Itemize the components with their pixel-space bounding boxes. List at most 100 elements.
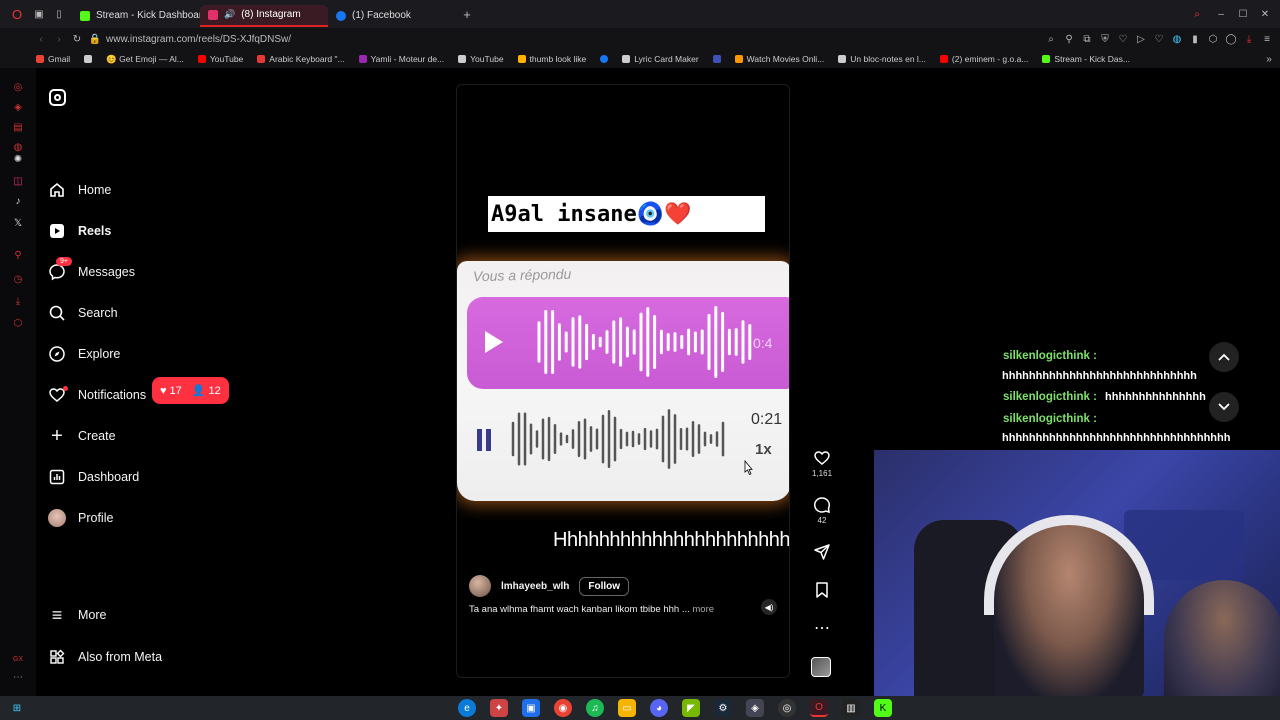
reel-video[interactable]: A9al insane🧿❤️ Vous a répondu 0:4 0:21 1… [456,84,790,678]
like-button[interactable]: 1,161 [812,449,832,478]
opera-gx-icon[interactable]: O [810,699,828,717]
folder-icon[interactable]: ▭ [618,699,636,717]
bookmark-gmail[interactable]: Gmail [36,54,70,64]
follow-button[interactable]: Follow [579,576,630,596]
messenger-icon[interactable]: ▤ [12,122,24,134]
nav-profile[interactable]: Profile [48,506,113,530]
bookmark-eminem[interactable]: (2) eminem - g.o.a... [939,54,1028,64]
audio-thumbnail[interactable] [811,657,831,677]
bookmark-docs[interactable] [712,55,721,63]
nav-messages[interactable]: 9+ Messages [48,257,135,284]
vpn-icon[interactable]: ◍ [1170,32,1184,46]
nav-create[interactable]: + Create [48,424,115,448]
crypto-wallet-icon[interactable]: ◈ [12,102,24,114]
bookmark-kick[interactable]: Stream - Kick Das... [1042,54,1130,64]
save-button[interactable] [812,581,832,601]
windows-start-icon[interactable]: ⊞ [8,699,26,717]
history-icon[interactable]: ◷ [12,274,24,286]
pin-icon[interactable]: ⚲ [1062,32,1076,46]
bookmark-notepad[interactable]: Un bloc-notes en l... [838,54,926,64]
share-button[interactable] [812,543,832,563]
previous-reel-button[interactable] [1209,342,1239,372]
whatsapp-icon[interactable]: ◍ [12,142,24,154]
speaker-icon[interactable]: 🔊 [224,9,235,20]
chrome-icon[interactable]: ◉ [554,699,572,717]
author-username[interactable]: lmhayeeb_wlh [501,581,569,592]
bookmark-page[interactable] [84,55,93,63]
nav-notifications[interactable]: Notifications [48,383,146,407]
bookmark-youtube[interactable]: YouTube [197,54,243,64]
stats-icon[interactable]: ▥ [842,699,860,717]
shield-icon[interactable]: ⛨ [1098,32,1112,46]
more-sidebar-icon[interactable]: ⋯ [12,672,24,684]
play-icon[interactable] [485,331,503,353]
reload-icon[interactable]: ↻ [70,32,84,46]
more-options-button[interactable]: ⋯ [812,618,832,638]
bookmarks-overflow-icon[interactable]: » [1262,52,1276,66]
tab-facebook[interactable]: (1) Facebook [328,5,456,27]
nav-search[interactable]: Search [48,301,118,325]
nav-home[interactable]: Home [48,178,111,202]
bookmark-yamli[interactable]: Yamli - Moteur de... [358,54,444,64]
menu-icon[interactable]: ≡ [1260,32,1274,46]
bookmark-arabic-keyboard[interactable]: Arabic Keyboard "... [257,54,345,64]
nvidia-icon[interactable]: ◤ [682,699,700,717]
aria-icon[interactable]: ◎ [12,82,24,94]
sound-icon[interactable]: ◀) [761,599,777,615]
download-icon[interactable]: ⤓ [1242,32,1256,46]
next-reel-button[interactable] [1209,392,1239,422]
extensions-icon[interactable]: ⬡ [1206,32,1220,46]
minimize-icon[interactable]: – [1214,7,1228,21]
extensions-sidebar-icon[interactable]: ⬡ [12,318,24,330]
bookmark-thumb[interactable]: thumb look like [517,54,586,64]
kick-taskbar-icon[interactable]: K [874,699,892,717]
bookmark-lyric[interactable]: Lyric Card Maker [622,54,699,64]
pin-sidebar-icon[interactable]: ⚲ [12,250,24,262]
close-window-icon[interactable]: ✕ [1258,7,1272,21]
steam-icon[interactable]: ⚙ [714,699,732,717]
nav-reels[interactable]: Reels [48,219,111,243]
maximize-icon[interactable]: ☐ [1236,7,1250,21]
discord-icon[interactable]: ◕ [650,699,668,717]
app-icon[interactable]: ✦ [490,699,508,717]
more-link[interactable]: more [692,604,714,615]
speed-button[interactable]: 1x [755,441,772,458]
store-icon[interactable]: ▣ [522,699,540,717]
nav-explore[interactable]: Explore [48,342,120,366]
opera-logo-icon[interactable]: O [10,7,24,22]
x-icon[interactable]: 𝕏 [12,218,24,230]
bookmark-movies[interactable]: Watch Movies Onli... [734,54,824,64]
bookmark-facebook[interactable] [600,55,609,63]
notification-popup[interactable]: ♥ 17 👤 12 [152,377,229,404]
instagram-sidebar-icon[interactable]: ◫ [12,176,24,188]
nav-also-from-meta[interactable]: Also from Meta [48,645,162,669]
tab-kick-dashboard[interactable]: Stream - Kick Dashboard [72,5,200,27]
battery-icon[interactable]: ▮ [1188,32,1202,46]
snapshot-icon[interactable]: ⧉ [1080,32,1094,46]
comment-button[interactable]: 42 [812,496,832,525]
tiktok-icon[interactable]: ♪ [12,196,24,208]
back-icon[interactable]: ‹ [34,32,48,46]
app-icon[interactable]: ◈ [746,699,764,717]
search-tabs-icon[interactable]: ⌕ [1190,7,1204,21]
downloads-icon[interactable]: ⤓ [12,296,24,308]
new-tab-icon[interactable]: + [460,7,474,22]
obs-icon[interactable]: ◎ [778,699,796,717]
bookmark-getemoji[interactable]: 😊 Get Emoji — Al... [106,54,184,65]
tab-overview-icon[interactable]: ▣ [32,7,46,21]
bookmark-heart-icon[interactable]: ♡ [1152,32,1166,46]
nav-dashboard[interactable]: Dashboard [48,465,139,489]
author-avatar[interactable] [469,575,491,597]
edge-icon[interactable]: e [458,699,476,717]
instagram-logo-icon[interactable] [49,89,66,106]
forward-icon[interactable]: › [52,32,66,46]
heart-icon[interactable]: ♡ [1116,32,1130,46]
profile-icon[interactable]: ◯ [1224,32,1238,46]
tab-instagram[interactable]: 🔊 (8) Instagram [200,4,328,27]
bookmark-youtube-2[interactable]: YouTube [458,54,504,64]
pause-icon[interactable] [477,429,491,451]
zoom-icon[interactable]: ⌕ [1044,32,1058,46]
spotify-icon[interactable]: ♫ [586,699,604,717]
url-field[interactable]: www.instagram.com/reels/DS-XJfqDNSw/ [106,34,291,45]
tab-icon[interactable]: ▯ [52,7,66,21]
